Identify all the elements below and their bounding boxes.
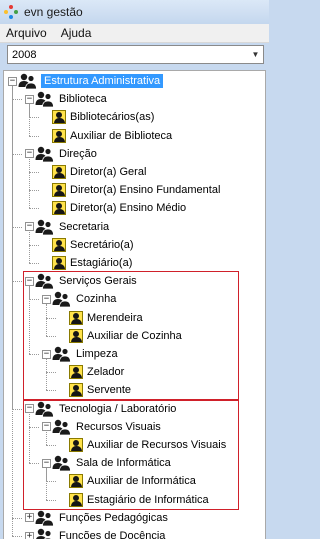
year-select[interactable]: 2008 ▼	[7, 45, 264, 64]
tree-connector-line	[29, 104, 30, 136]
tree-connector-line	[12, 536, 22, 537]
tree-group-node[interactable]: Secretaria	[35, 218, 109, 236]
people-group-icon	[35, 219, 55, 235]
tree-connector-line	[29, 244, 39, 246]
collapse-icon[interactable]: −	[25, 149, 34, 159]
tree-leaf-node[interactable]: Diretor(a) Ensino Fundamental	[52, 181, 220, 199]
org-tree: Estrutura Administrativa − Biblioteca − Bibl…	[3, 70, 266, 539]
tree-node-label: Estrutura Administrativa	[41, 74, 164, 88]
tree-group-node[interactable]: Funções Pedagógicas	[35, 509, 168, 527]
tree-connector-line	[12, 226, 22, 228]
chevron-down-icon[interactable]: ▼	[248, 46, 263, 63]
tree-connector-line	[29, 231, 30, 263]
tree-leaf-node[interactable]: Bibliotecários(as)	[52, 108, 154, 126]
window-title: evn gestão	[24, 5, 83, 19]
tree-group-node[interactable]: Direção	[35, 145, 97, 163]
tree-leaf-node[interactable]: Estagiário(a)	[52, 254, 132, 272]
people-group-icon	[35, 91, 55, 108]
tree-node-label: Secretário(a)	[70, 238, 134, 251]
person-icon	[52, 165, 66, 179]
people-group-icon	[18, 73, 38, 90]
tree-node-label: Secretaria	[59, 220, 110, 233]
tree-connector-line	[12, 281, 22, 283]
menu-arquivo[interactable]: Arquivo	[6, 26, 47, 40]
collapse-icon[interactable]: −	[25, 222, 34, 232]
person-icon	[52, 201, 66, 216]
tree-node-label: Diretor(a) Ensino Médio	[70, 202, 187, 215]
highlight-frame	[23, 271, 239, 401]
tree-connector-line	[29, 135, 39, 137]
tree-node-label: Diretor(a) Ensino Fundamental	[70, 184, 221, 197]
year-select-value: 2008	[12, 48, 37, 61]
tree-node-label: Direção	[59, 147, 97, 160]
person-icon	[52, 256, 66, 270]
tree-connector-line	[12, 86, 13, 536]
collapse-icon[interactable]: −	[25, 94, 34, 104]
tree-node-label: Estagiário(a)	[70, 257, 133, 269]
app-logo-icon	[4, 5, 18, 19]
tree-group-node[interactable]: Funções de Docência	[35, 527, 165, 539]
tree-connector-line	[12, 408, 22, 410]
tree-connector-line	[29, 263, 39, 264]
tree-group-node[interactable]: Biblioteca	[35, 90, 107, 108]
tree-connector-line	[12, 99, 22, 101]
tree-connector-line	[29, 190, 39, 192]
tree-connector-line	[12, 153, 22, 155]
people-group-icon	[35, 528, 55, 539]
tree-connector-line	[29, 208, 39, 210]
tree-node-label: Funções de Docência	[59, 530, 166, 539]
person-icon	[52, 237, 66, 252]
tree-connector-line	[29, 172, 39, 173]
expand-icon[interactable]: +	[25, 513, 34, 523]
tree-leaf-node[interactable]: Auxiliar de Biblioteca	[52, 127, 172, 145]
tree-node-label: Diretor(a) Geral	[70, 166, 147, 178]
people-group-icon	[35, 510, 55, 527]
tree-connector-line	[29, 117, 39, 119]
tree-node-label: Auxiliar de Biblioteca	[70, 129, 173, 142]
title-bar: evn gestão	[0, 0, 269, 24]
tree-node-label: Biblioteca	[59, 93, 107, 106]
tree-connector-line	[12, 517, 22, 519]
menu-bar: Arquivo Ajuda	[0, 24, 269, 43]
people-group-icon	[35, 146, 55, 163]
tree-node-label: Funções Pedagógicas	[59, 511, 168, 524]
tree-node-label: Bibliotecários(as)	[70, 111, 155, 124]
tree-connector-line	[29, 158, 30, 209]
menu-ajuda[interactable]: Ajuda	[61, 26, 92, 40]
tree-leaf-node[interactable]: Secretário(a)	[52, 236, 134, 254]
expand-icon[interactable]: +	[25, 531, 34, 539]
tree-group-node[interactable]: Estrutura Administrativa	[18, 72, 164, 90]
tree-leaf-node[interactable]: Diretor(a) Geral	[52, 163, 146, 181]
highlight-frame	[23, 398, 239, 510]
tree-leaf-node[interactable]: Diretor(a) Ensino Médio	[52, 199, 186, 217]
person-icon	[52, 183, 66, 198]
collapse-icon[interactable]: −	[8, 76, 17, 86]
person-icon	[52, 110, 66, 125]
person-icon	[52, 128, 66, 143]
